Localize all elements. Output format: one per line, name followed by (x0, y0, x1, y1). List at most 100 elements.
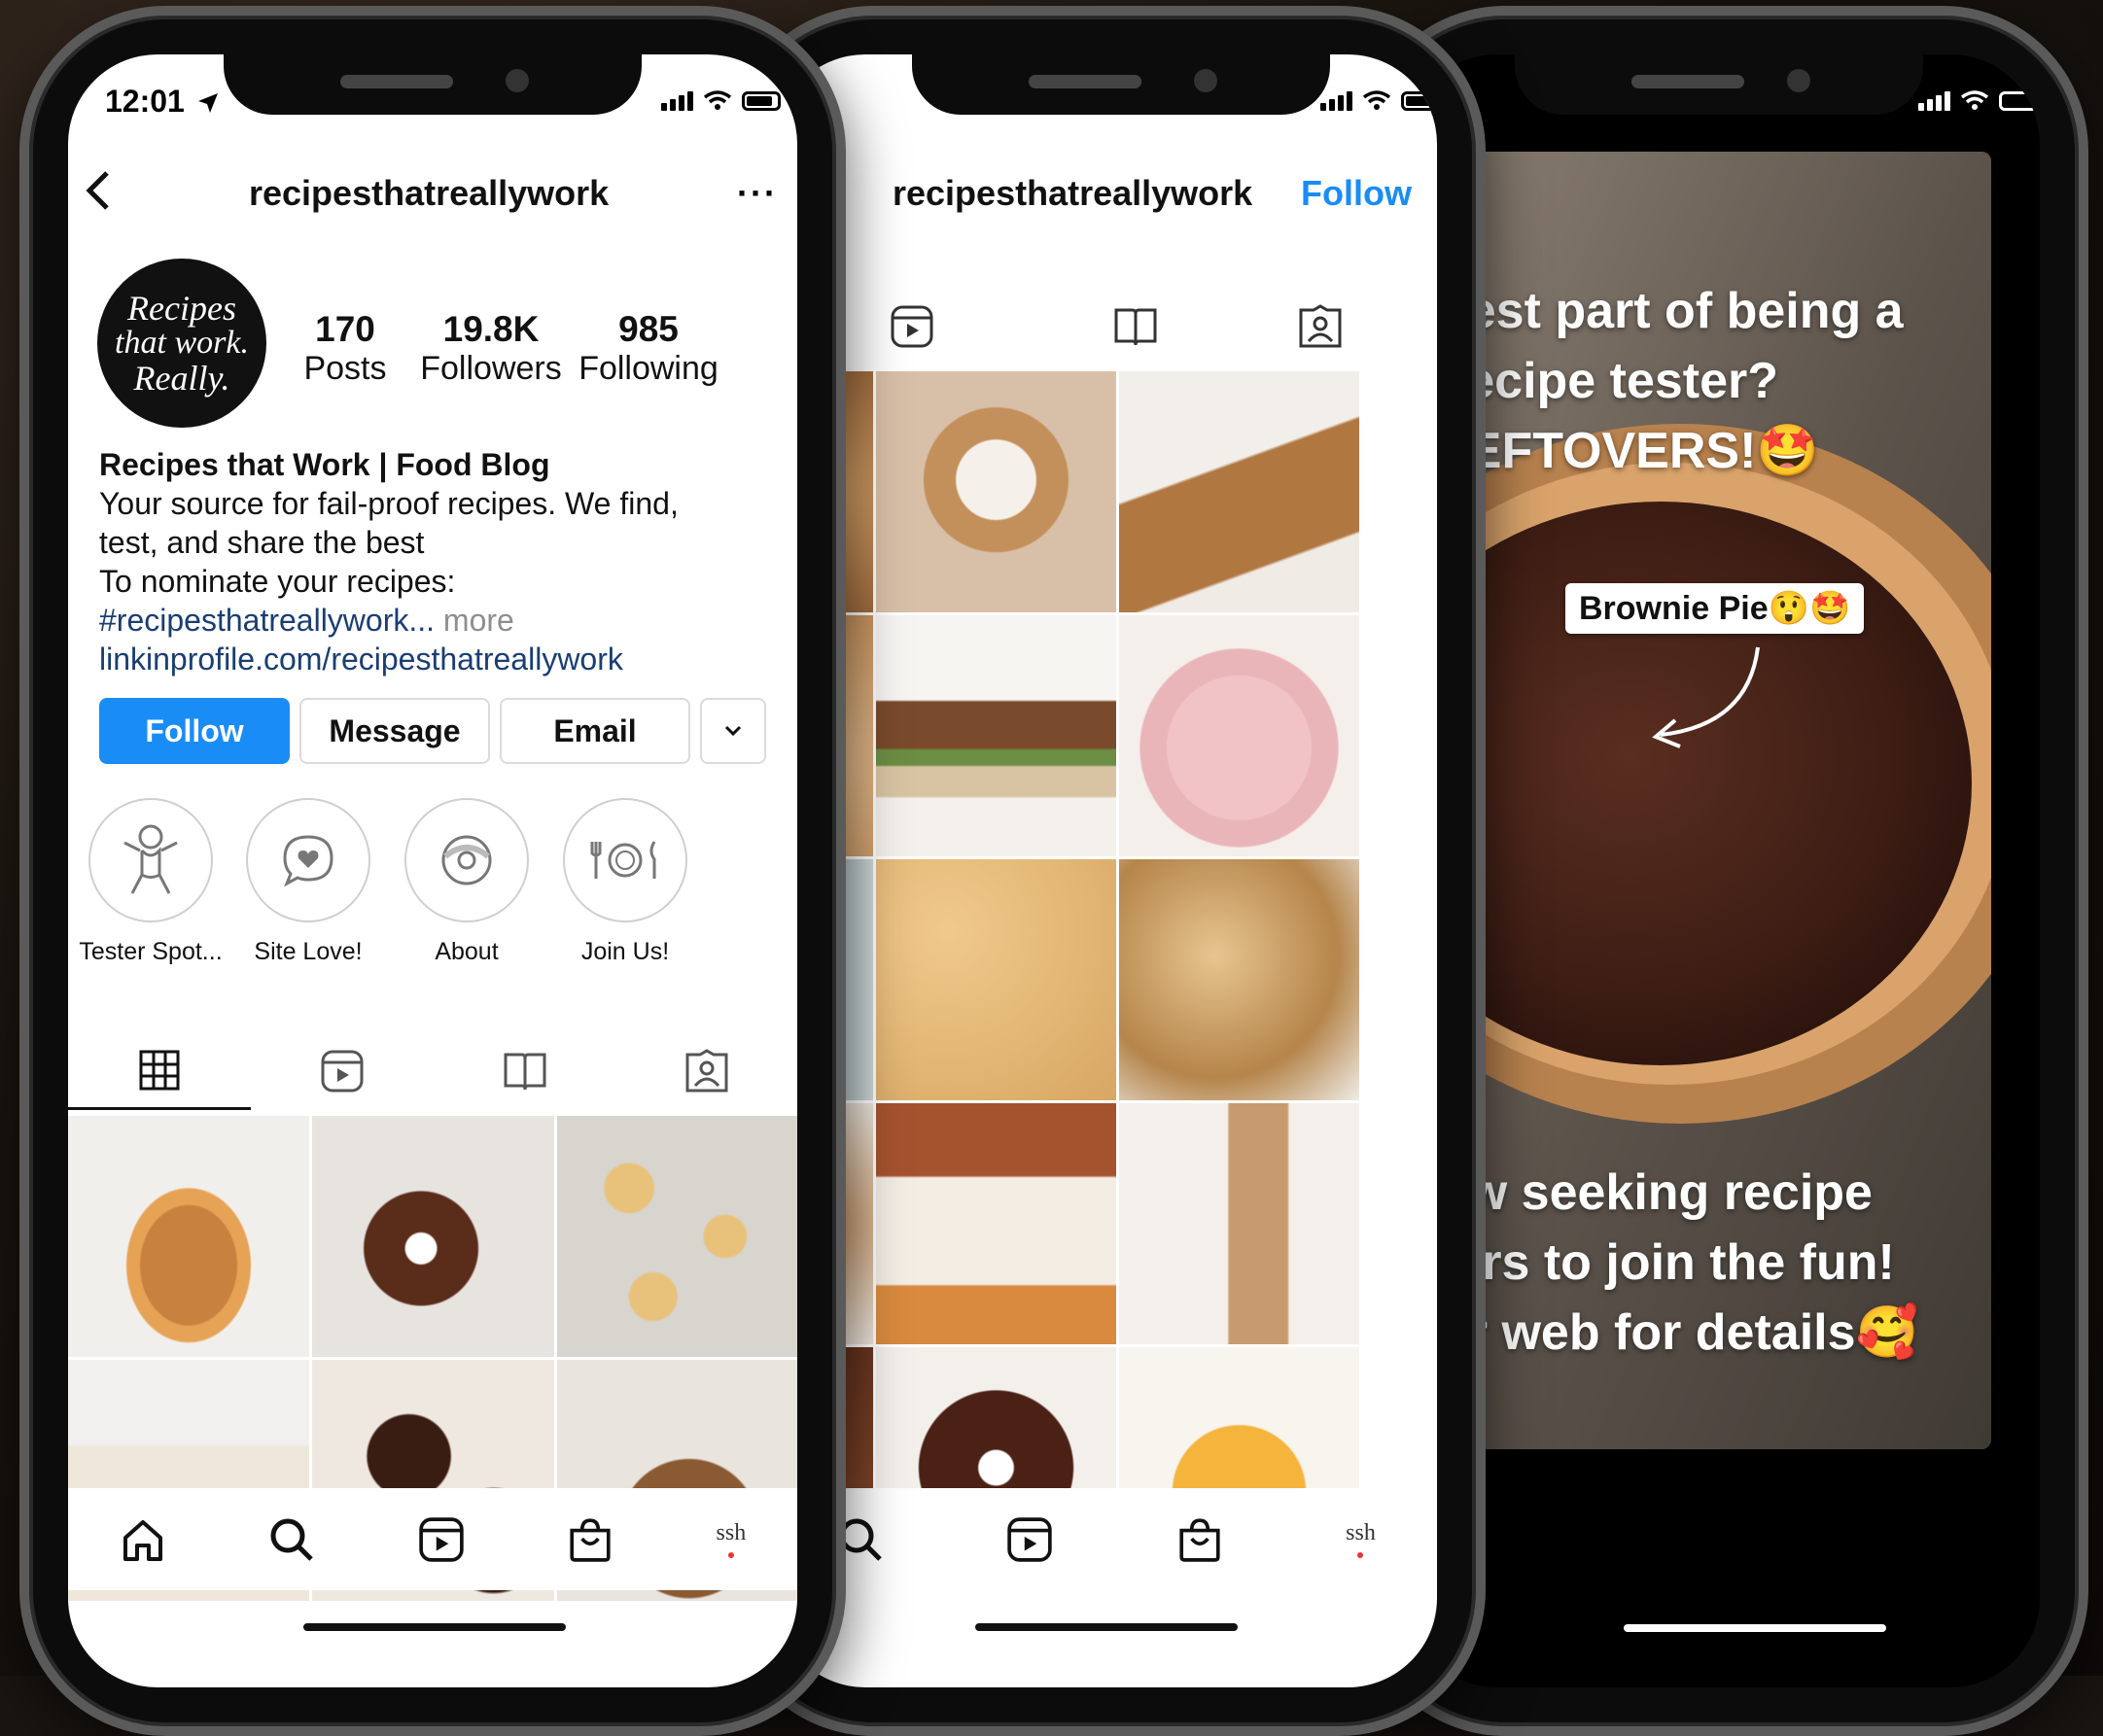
bio-line2: test, and share the best (99, 525, 425, 560)
follow-link[interactable]: Follow (1301, 173, 1412, 214)
grid-post[interactable] (312, 1116, 554, 1357)
grid-post[interactable] (1119, 859, 1359, 1100)
post-grid (776, 371, 1437, 1588)
tagged-icon (1299, 304, 1342, 348)
chevron-down-icon (724, 725, 742, 737)
avatar-text-line3: Really. (133, 359, 230, 398)
grid-post[interactable] (68, 1116, 309, 1357)
suggested-dropdown-button[interactable] (700, 698, 766, 764)
tab-grid[interactable] (68, 1032, 251, 1110)
status-time: 12:01 (105, 84, 185, 119)
story-text-line6: or web for details🥰 (1437, 1304, 1919, 1361)
home-icon[interactable] (120, 1516, 166, 1563)
grid-post[interactable] (876, 371, 1116, 612)
grid-post[interactable] (1119, 615, 1359, 856)
highlight-label: Join Us! (580, 938, 670, 965)
plate-cutlery-icon (590, 841, 656, 879)
highlight-label: About (435, 938, 499, 965)
avatar[interactable]: Recipes that work. Really. (97, 259, 266, 428)
reels-icon (891, 305, 933, 348)
location-arrow-icon (198, 93, 218, 113)
reels-icon (321, 1050, 364, 1093)
grid-post[interactable] (876, 859, 1116, 1100)
email-button[interactable]: Email (500, 698, 690, 764)
reels-icon[interactable] (1006, 1516, 1053, 1563)
highlight-tester-spot[interactable]: Tester Spot... (68, 798, 233, 966)
stat-value: 170 (315, 309, 375, 349)
highlight-join-us[interactable]: Join Us! (543, 798, 708, 966)
grid-post[interactable] (1119, 371, 1359, 612)
stat-label: Followers (420, 350, 562, 387)
profile-nav[interactable]: ssh (716, 1520, 747, 1558)
profile-tabs (68, 1032, 797, 1110)
stat-label: Following (578, 350, 719, 387)
status-icons (1918, 89, 2038, 111)
story-text-line5: ters to join the fun! (1437, 1234, 1895, 1291)
story-text-line1: best part of being a (1437, 283, 1904, 339)
tab-tagged[interactable] (1223, 288, 1418, 365)
profile-username: recipesthatreallywork (893, 173, 1253, 213)
status-icons (661, 89, 781, 111)
highlight-label: Tester Spot... (79, 938, 223, 965)
story-text-line3: LEFTOVERS!🤩 (1437, 423, 1820, 479)
bio: Recipes that Work | Food Blog Your sourc… (99, 445, 770, 678)
profile-tabs (776, 288, 1437, 365)
following-count[interactable]: 985 Following (576, 309, 721, 388)
phone-profile: 12:01 recipesthatreallywork ··· Recipes … (19, 6, 846, 1736)
grid-post[interactable] (1119, 1103, 1359, 1344)
profile-username: recipesthatreallywork (249, 173, 610, 213)
gingerbread-icon (123, 824, 178, 894)
profile-nav[interactable]: ssh (1346, 1520, 1376, 1558)
notification-dot (1357, 1552, 1364, 1558)
highlight-label: Site Love! (254, 938, 363, 965)
chat-heart-icon (283, 835, 333, 887)
stat-value: 985 (618, 309, 679, 349)
notch (912, 54, 1330, 115)
tagged-icon (685, 1049, 728, 1093)
bio-link[interactable]: linkinprofile.com/recipesthatreallywork (99, 640, 770, 678)
tab-guides[interactable] (434, 1032, 616, 1110)
profile-nav-label: ssh (716, 1520, 747, 1545)
highlight-about[interactable]: About (384, 798, 549, 966)
reels-icon[interactable] (418, 1516, 465, 1563)
back-arrow-icon[interactable] (84, 169, 113, 212)
message-button[interactable]: Message (299, 698, 490, 764)
tab-reels[interactable] (251, 1032, 434, 1110)
wifi-icon (1960, 90, 1989, 110)
grid-post[interactable] (876, 615, 1116, 856)
stat-label: Posts (303, 350, 387, 387)
followers-count[interactable]: 19.8K Followers (418, 309, 564, 388)
grid-icon (139, 1050, 180, 1090)
bio-line3: To nominate your recipes: (99, 564, 456, 599)
bio-more[interactable]: more (443, 603, 514, 638)
brownie-pie-sticker[interactable]: Brownie Pie😲🤩 (1565, 583, 1865, 634)
bio-name: Recipes that Work | Food Blog (99, 447, 550, 482)
home-indicator[interactable] (1624, 1624, 1886, 1632)
wifi-icon (703, 90, 732, 110)
shop-icon[interactable] (1176, 1516, 1223, 1563)
donut-icon (441, 835, 492, 885)
story-text-line4: ow seeking recipe (1437, 1164, 1873, 1221)
tab-guides[interactable] (1048, 288, 1223, 365)
bottom-nav: ssh (68, 1488, 797, 1590)
grid-post[interactable] (876, 1103, 1116, 1344)
bio-line1: Your source for fail-proof recipes. We f… (99, 486, 679, 521)
guides-icon (1114, 308, 1157, 346)
story-text-line2: recipe tester? (1447, 353, 1779, 409)
notification-dot (727, 1552, 734, 1558)
tab-tagged[interactable] (616, 1032, 797, 1110)
highlight-site-love[interactable]: Site Love! (226, 798, 391, 966)
home-indicator[interactable] (975, 1623, 1238, 1631)
search-icon[interactable] (268, 1516, 315, 1563)
posts-count[interactable]: 170 Posts (272, 309, 418, 388)
grid-screen: recipesthatreallywork Follow ssh (776, 54, 1437, 1687)
grid-post[interactable] (557, 1116, 797, 1357)
home-indicator[interactable] (303, 1623, 566, 1631)
bio-hashtag[interactable]: #recipesthatreallywork... (99, 603, 435, 638)
avatar-text-line2: that work. (115, 325, 249, 361)
more-options-icon[interactable]: ··· (737, 173, 778, 214)
bottom-nav: ssh (776, 1488, 1437, 1590)
shop-icon[interactable] (567, 1516, 613, 1563)
follow-button[interactable]: Follow (99, 698, 290, 764)
stat-value: 19.8K (442, 309, 540, 349)
